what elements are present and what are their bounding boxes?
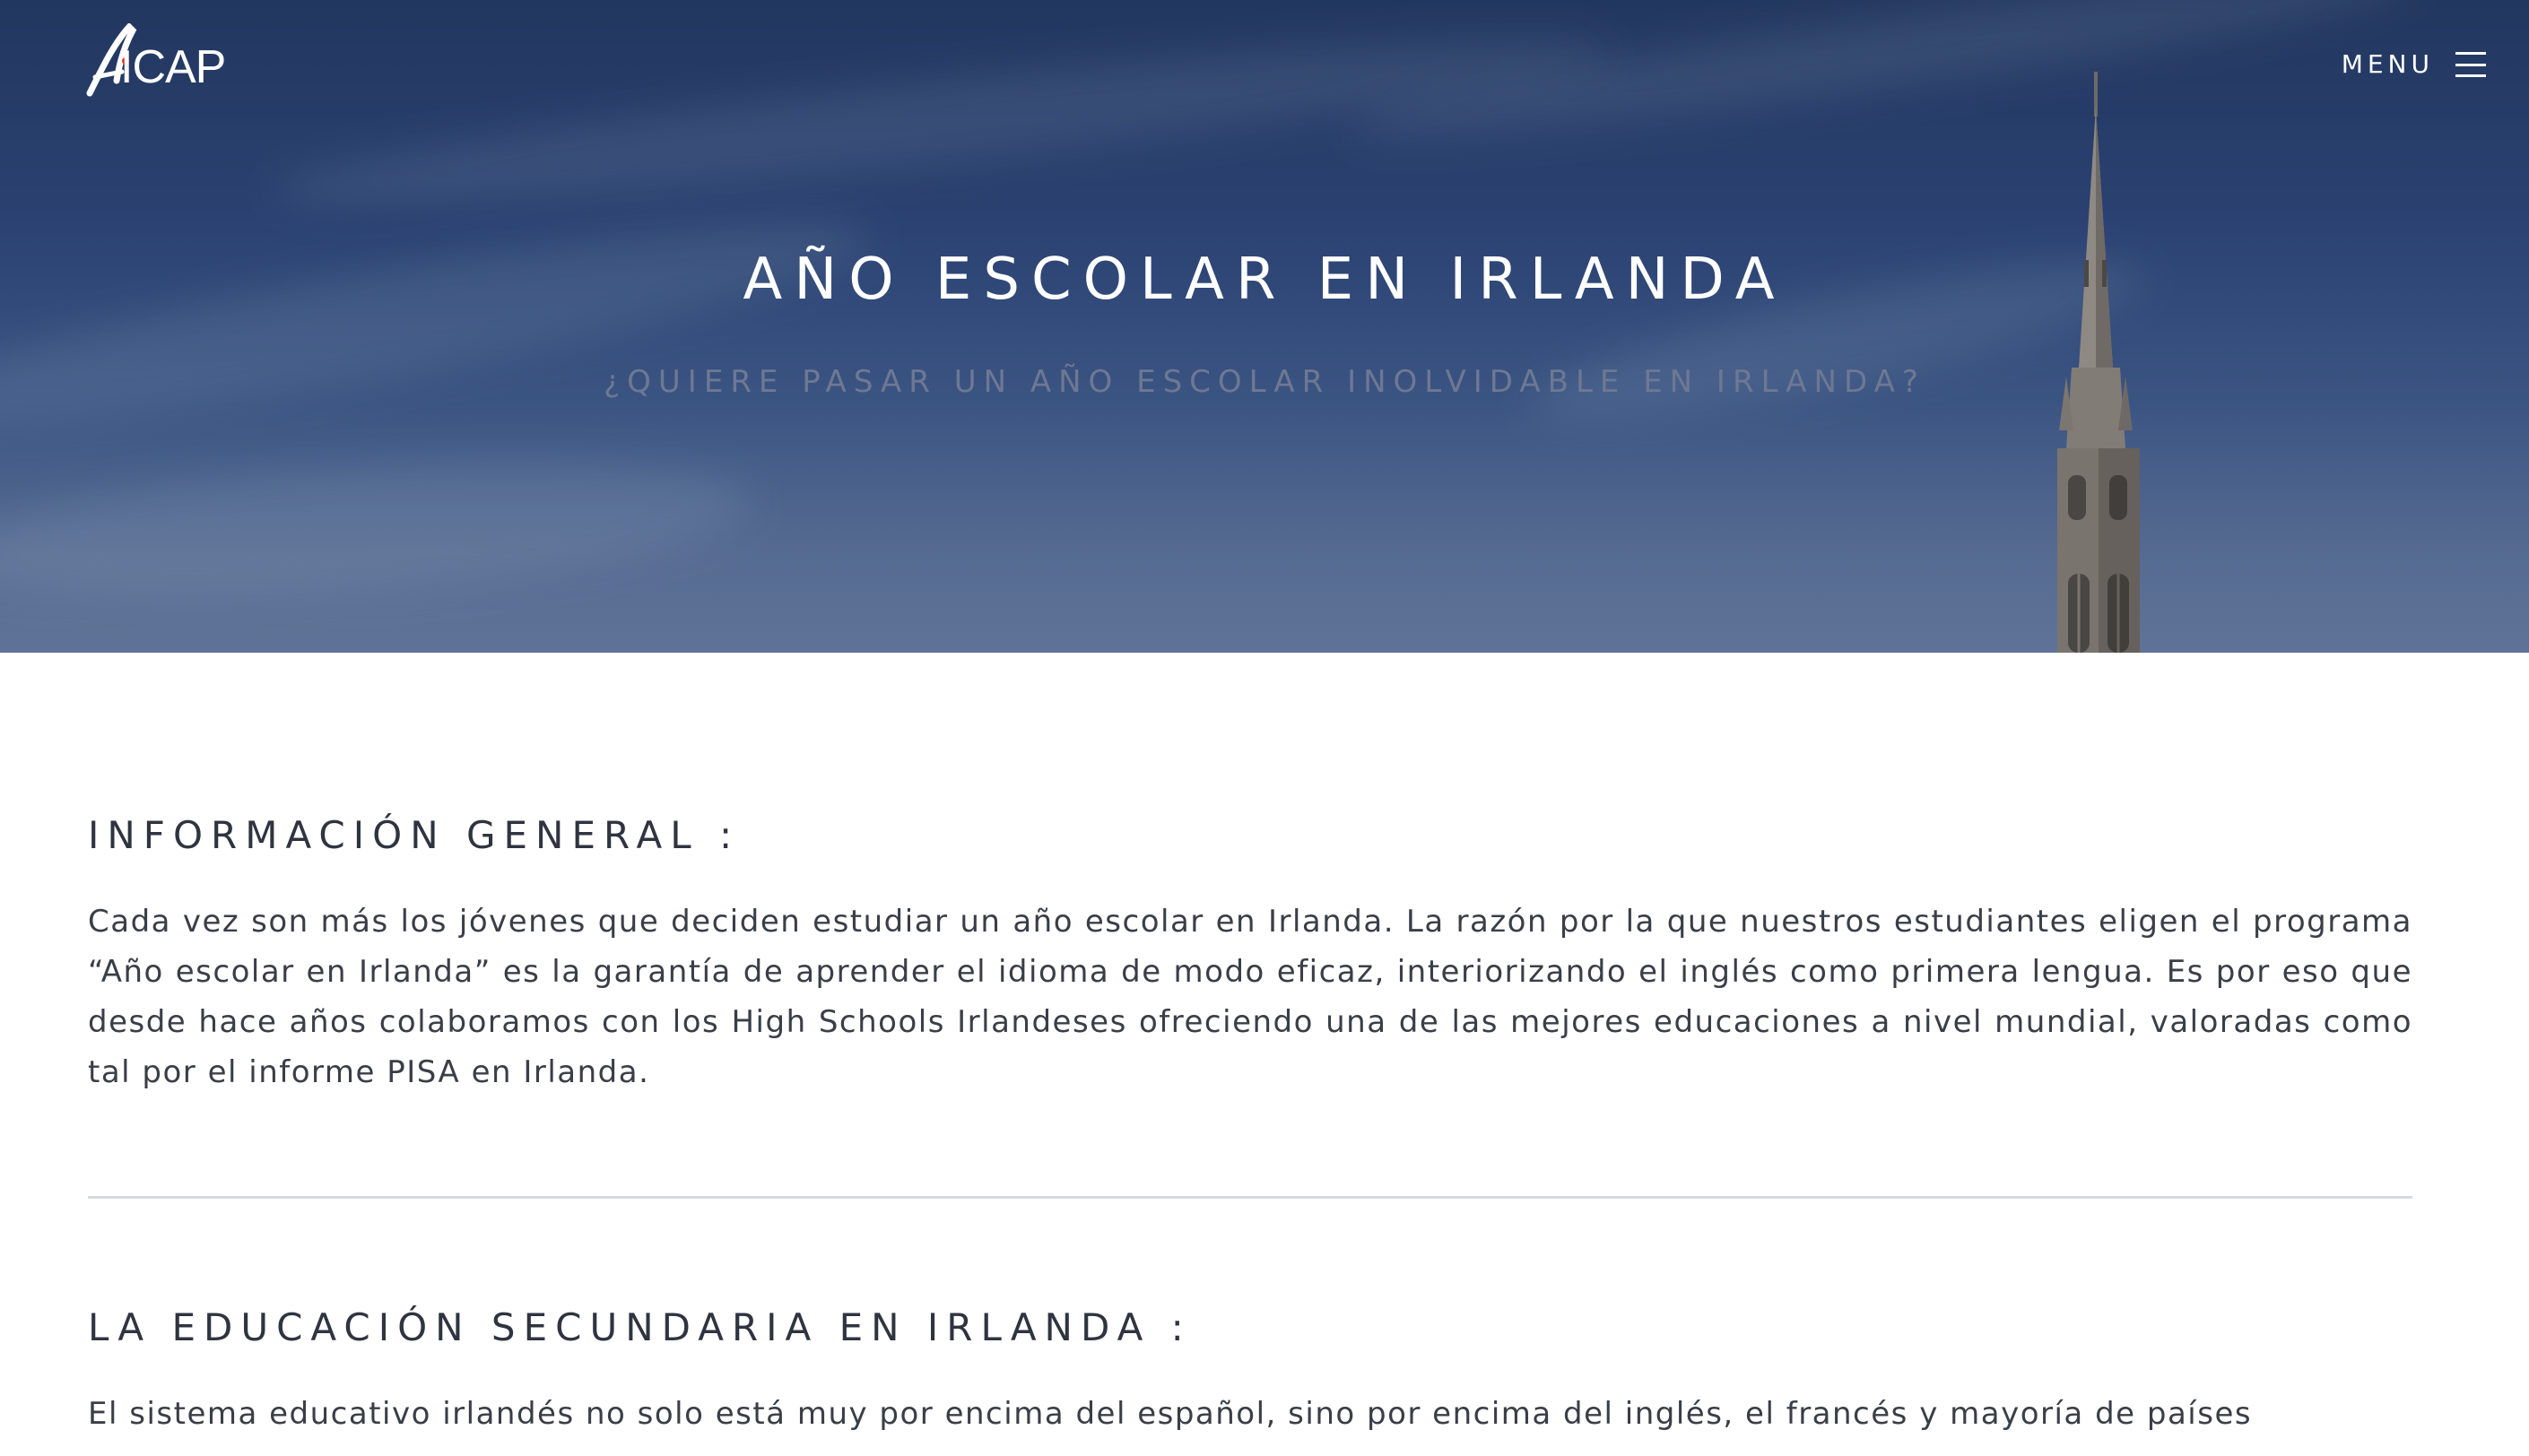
hero-banner: ICAP MENU AÑO ESCOLAR EN IRLANDA ¿QUIERE… xyxy=(0,0,2529,653)
logo-text: ICAP xyxy=(120,41,226,93)
hero-cloud xyxy=(0,184,882,462)
page-title: AÑO ESCOLAR EN IRLANDA xyxy=(743,247,1786,313)
hero-cloud xyxy=(1345,0,2421,165)
menu-label: MENU xyxy=(2341,49,2434,79)
hamburger-menu-icon xyxy=(2455,52,2486,77)
section-heading-educacion-secundaria: LA EDUCACIÓN SECUNDARIA EN IRLANDA : xyxy=(88,1305,1192,1349)
main-content: INFORMACIÓN GENERAL : Cada vez son más l… xyxy=(88,807,2412,1439)
section-heading-informacion-general: INFORMACIÓN GENERAL : xyxy=(88,813,741,857)
section-divider xyxy=(88,1196,2412,1199)
section-text-informacion-general: Cada vez son más los jóvenes que deciden… xyxy=(88,904,2412,1090)
page-subtitle: ¿QUIERE PASAR UN AÑO ESCOLAR INOLVIDABLE… xyxy=(604,364,1925,400)
aicap-logo[interactable]: ICAP xyxy=(86,23,256,99)
menu-button[interactable]: MENU xyxy=(2342,45,2486,84)
section-text-educacion-secundaria: El sistema educativo irlandés no solo es… xyxy=(88,1396,2253,1432)
hero-cloud xyxy=(0,438,757,620)
